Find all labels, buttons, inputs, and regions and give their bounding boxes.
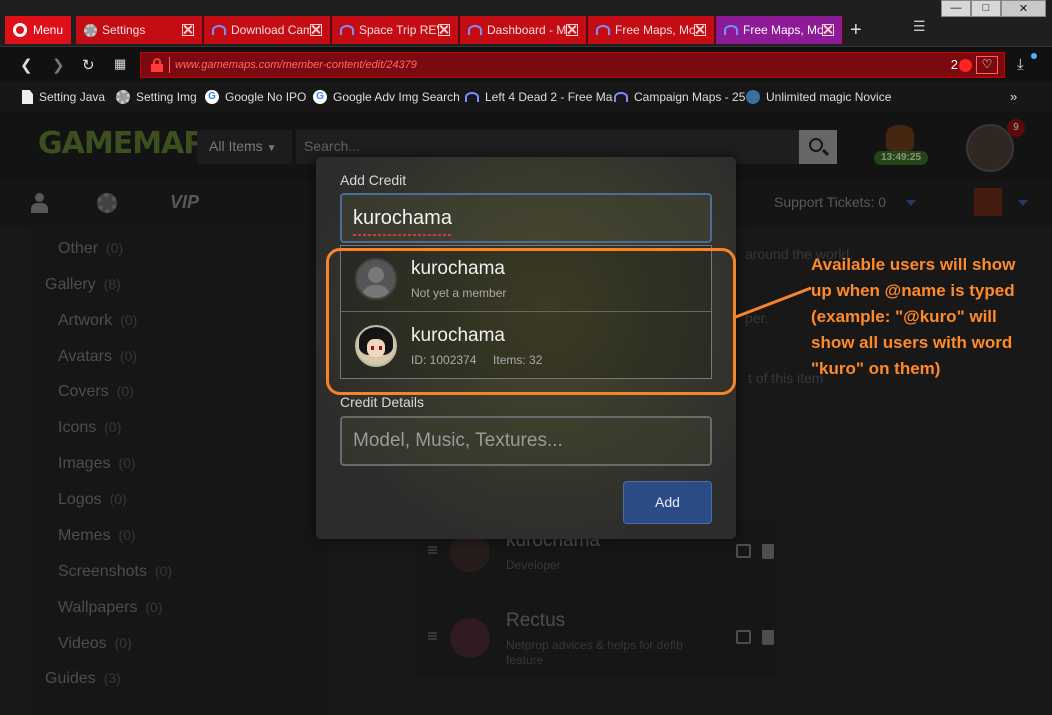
bookmarks-bar: Setting Java Setting Img G Google No IPO… — [0, 82, 1052, 112]
screenshot-root: Menu Settings Download Cam Space Trip RE… — [0, 0, 1052, 715]
back-arrow-icon[interactable]: ❮ — [20, 56, 33, 74]
tab-label: Free Maps, Mo — [615, 23, 695, 37]
gear-icon — [84, 23, 97, 37]
tab-label: Download Cam — [231, 23, 311, 37]
browser-tab-bar: Menu Settings Download Cam Space Trip RE… — [0, 0, 1052, 46]
gamemaps-icon — [212, 25, 226, 35]
tab-label: Space Trip REV — [359, 23, 439, 37]
heart-bookmark-icon[interactable]: ♡ — [976, 56, 998, 74]
gamemaps-icon — [596, 25, 610, 35]
close-tab-icon[interactable] — [310, 24, 322, 36]
gamemaps-icon — [724, 25, 738, 35]
close-tab-icon[interactable] — [694, 24, 706, 36]
bookmark-label: Setting Java — [39, 90, 106, 104]
bookmark-unlimited-magic[interactable]: Unlimited magic Novice — [746, 90, 891, 104]
annotation-text: Available users will show up when @name … — [811, 252, 1051, 382]
restore-icon: □ — [982, 2, 990, 14]
tab-dashboard[interactable]: Dashboard - Mo — [460, 16, 587, 44]
download-indicator-dot — [1031, 53, 1037, 59]
google-icon: G — [205, 90, 219, 104]
annotation-pointer-line — [732, 286, 812, 320]
bookmark-label: Setting Img — [136, 90, 197, 104]
bookmark-left4dead2[interactable]: Left 4 Dead 2 - Free Ma — [465, 90, 612, 104]
url-text[interactable]: www.gamemaps.com/member-content/edit/243… — [175, 59, 417, 71]
window-controls: — □ ✕ — [941, 0, 1046, 17]
close-window-button[interactable]: ✕ — [1001, 0, 1046, 17]
minimize-button[interactable]: — — [941, 0, 971, 17]
tab-menu-icon[interactable]: ☰ — [913, 18, 926, 35]
add-credit-label: Add Credit — [340, 172, 407, 188]
opera-logo-icon — [13, 23, 27, 37]
annotation-line: Available users will show — [811, 255, 1016, 274]
blocked-ads-count: 2 — [950, 57, 958, 72]
spellcheck-underline — [353, 234, 453, 236]
tab-label: Dashboard - Mo — [487, 23, 567, 37]
bookmark-google-no-ipo[interactable]: G Google No IPO — [205, 90, 306, 104]
close-tab-icon[interactable] — [182, 24, 194, 36]
bookmark-label: Left 4 Dead 2 - Free Ma — [485, 90, 613, 104]
download-icon[interactable]: ⤓ — [1017, 56, 1024, 73]
tab-free-maps-active[interactable]: Free Maps, Mo — [716, 16, 843, 44]
restore-button[interactable]: □ — [971, 0, 1001, 17]
gamemaps-icon — [465, 92, 479, 102]
bookmark-label: Campaign Maps - 25 — [634, 90, 746, 104]
globe-icon — [746, 90, 760, 104]
bookmarks-overflow-button[interactable]: » — [1010, 89, 1017, 104]
tab-space-trip[interactable]: Space Trip REV — [332, 16, 459, 44]
annotation-line: (example: "@kuro" will — [811, 307, 997, 326]
gamemaps-icon — [340, 25, 354, 35]
close-tab-icon[interactable] — [438, 24, 450, 36]
annotation-highlight-box — [326, 248, 736, 395]
close-tab-icon[interactable] — [566, 24, 578, 36]
close-icon: ✕ — [1018, 3, 1029, 15]
credit-details-label: Credit Details — [340, 394, 425, 410]
url-field[interactable]: www.gamemaps.com/member-content/edit/243… — [140, 52, 1005, 78]
minimize-icon: — — [950, 2, 962, 14]
new-tab-button[interactable]: + — [850, 19, 862, 42]
credit-details-input[interactable]: Model, Music, Textures... — [340, 416, 712, 466]
annotation-line: up when @name is typed — [811, 281, 1015, 300]
bookmark-label: Unlimited magic Novice — [766, 90, 892, 104]
speed-dial-grid-icon[interactable]: ▦ — [114, 56, 126, 72]
lock-icon[interactable] — [151, 58, 163, 72]
ad-block-icon[interactable] — [959, 59, 972, 72]
tab-label: Free Maps, Mo — [743, 23, 823, 37]
bookmark-label: Google Adv Img Search — [333, 90, 460, 104]
gamemaps-icon — [614, 92, 628, 102]
bookmark-campaign-maps[interactable]: Campaign Maps - 25 — [614, 90, 745, 104]
page-icon — [22, 90, 33, 104]
forward-arrow-icon[interactable]: ❯ — [52, 56, 65, 74]
bookmark-setting-java[interactable]: Setting Java — [22, 90, 105, 104]
tab-free-maps[interactable]: Free Maps, Mo — [588, 16, 715, 44]
add-button[interactable]: Add — [623, 481, 712, 524]
annotation-line: show all users with word — [811, 333, 1013, 352]
browser-menu-button[interactable]: Menu — [5, 16, 71, 44]
reload-icon[interactable]: ↻ — [82, 56, 95, 74]
annotation-line: "kuro" on them) — [811, 359, 941, 378]
url-separator — [169, 57, 170, 73]
tab-settings[interactable]: Settings — [76, 16, 203, 44]
menu-label: Menu — [33, 23, 64, 37]
bookmark-google-adv-img[interactable]: G Google Adv Img Search — [313, 90, 460, 104]
close-tab-icon[interactable] — [822, 24, 834, 36]
gamemaps-icon — [468, 25, 482, 35]
bookmark-setting-img[interactable]: Setting Img — [116, 90, 197, 104]
google-icon: G — [313, 90, 327, 104]
address-bar: ❮ ❯ ↻ ▦ www.gamemaps.com/member-content/… — [0, 46, 1052, 82]
bookmark-label: Google No IPO — [225, 90, 307, 104]
tab-label: Settings — [102, 23, 146, 37]
gear-icon — [116, 90, 130, 104]
tab-download-campaign[interactable]: Download Cam — [204, 16, 331, 44]
